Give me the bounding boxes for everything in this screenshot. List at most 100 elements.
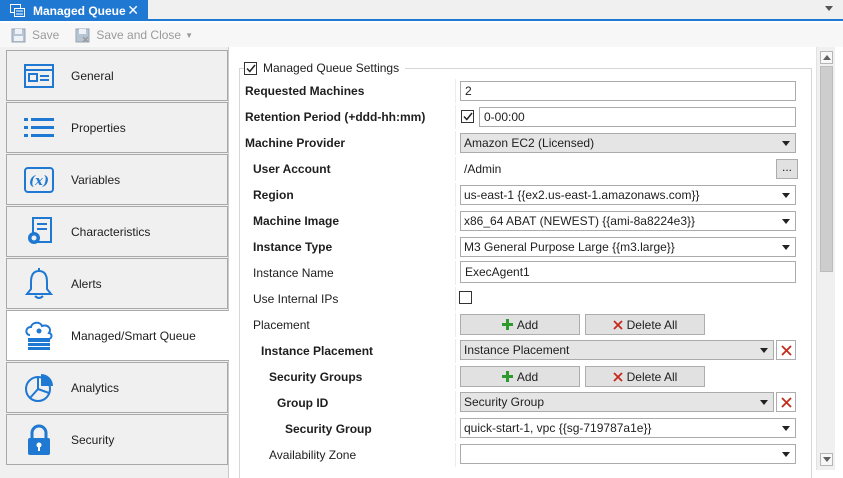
list-icon [7, 117, 71, 139]
instance-type-select[interactable]: M3 General Purpose Large {{m3.large}} [460, 237, 796, 257]
row-user-account: User Account /Admin ... [245, 157, 801, 181]
retention-period-input[interactable]: 0-00:00 [479, 107, 796, 127]
remove-group-id-button[interactable] [776, 392, 796, 412]
instance-name-label: Instance Name [253, 266, 334, 280]
security-group-select[interactable]: quick-start-1, vpc {{sg-719787a1e}} [460, 418, 796, 438]
placement-label: Placement [253, 318, 310, 332]
sidebar-item-label: Variables [71, 172, 121, 187]
retention-period-checkbox[interactable] [461, 110, 474, 123]
instance-placement-label: Instance Placement [261, 344, 374, 358]
save-close-icon [75, 28, 90, 43]
tab-managed-queue[interactable]: Managed Queue ✕ [0, 0, 148, 21]
machine-provider-label: Machine Provider [245, 136, 346, 150]
row-use-internal-ips: Use Internal IPs [245, 287, 801, 311]
group-id-value: Security Group [464, 395, 545, 409]
security-group-label: Security Group [285, 422, 372, 436]
queue-document-icon [10, 4, 25, 17]
sidebar-item-label: Security [71, 432, 115, 447]
delete-x-icon [780, 396, 792, 408]
close-icon[interactable]: ✕ [127, 2, 139, 19]
retention-period-label: Retention Period (+ddd-hh:mm) [245, 110, 426, 124]
row-instance-name: Instance Name ExecAgent1 [245, 261, 801, 285]
sidebar-item-label: General [71, 68, 114, 83]
sidebar-item-properties[interactable]: Properties [6, 102, 228, 153]
checkmark-icon [245, 64, 256, 73]
save-and-close-button[interactable]: Save and Close ▼ [75, 28, 193, 43]
chevron-down-icon [782, 245, 790, 250]
availability-zone-label: Availability Zone [269, 448, 357, 462]
save-icon [11, 28, 26, 42]
group-header: Managed Queue Settings [244, 61, 406, 75]
delete-x-icon [780, 344, 792, 356]
checkmark-icon [462, 112, 473, 121]
chevron-down-icon [782, 193, 790, 198]
save-button[interactable]: Save [11, 28, 59, 43]
variable-x-icon: (x) [7, 166, 71, 193]
region-label: Region [253, 188, 294, 202]
cloud-queue-icon [7, 321, 71, 351]
placement-delete-all-button[interactable]: Delete All [585, 314, 705, 335]
region-select[interactable]: us-east-1 {{ex2.us-east-1.amazonaws.com}… [460, 185, 796, 205]
sidebar-item-label: Characteristics [71, 224, 151, 239]
row-placement: Placement Add Delete All [245, 313, 801, 337]
gear-document-icon [7, 216, 71, 247]
sidebar-item-managed-smart-queue[interactable]: Managed/Smart Queue [6, 310, 229, 361]
use-internal-ips-checkbox[interactable] [459, 291, 472, 304]
security-groups-add-button[interactable]: Add [460, 366, 580, 387]
plus-icon [501, 319, 513, 330]
sidebar-item-general[interactable]: General [6, 50, 228, 101]
scroll-down-icon[interactable] [820, 453, 833, 466]
group-title: Managed Queue Settings [263, 61, 400, 75]
scrollbar-thumb[interactable] [820, 66, 833, 272]
user-account-label: User Account [253, 162, 331, 176]
general-form-icon [7, 63, 71, 88]
chevron-down-icon[interactable]: ▼ [185, 31, 193, 40]
sidebar-item-label: Analytics [71, 380, 120, 395]
bell-icon [7, 267, 71, 300]
vertical-scrollbar[interactable] [816, 47, 835, 470]
placement-add-button[interactable]: Add [460, 314, 580, 335]
instance-placement-value: Instance Placement [464, 343, 570, 357]
group-enable-checkbox[interactable] [244, 61, 257, 75]
instance-placement-select[interactable]: Instance Placement [460, 340, 774, 360]
sidebar-nav: General Properties (x) Variables Charact… [0, 47, 229, 478]
chevron-down-icon [760, 400, 768, 405]
row-security-group: Security Group quick-start-1, vpc {{sg-7… [245, 417, 801, 441]
availability-zone-select[interactable] [460, 444, 796, 464]
row-region: Region us-east-1 {{ex2.us-east-1.amazona… [245, 183, 801, 207]
toolbar: Save Save and Close ▼ [0, 23, 843, 47]
chevron-down-icon [782, 426, 790, 431]
row-requested-machines: Requested Machines 2 [245, 79, 801, 103]
save-and-close-label: Save and Close [96, 28, 182, 42]
pie-chart-icon [7, 372, 71, 404]
chevron-down-icon [782, 141, 790, 146]
user-account-value: /Admin [464, 162, 502, 176]
machine-provider-select[interactable]: Amazon EC2 (Licensed) [460, 133, 796, 153]
sidebar-item-analytics[interactable]: Analytics [6, 362, 228, 413]
security-groups-delete-all-button[interactable]: Delete All [585, 366, 705, 387]
instance-type-label: Instance Type [253, 240, 333, 254]
managed-queue-settings-panel: Managed Queue Settings Requested Machine… [229, 47, 816, 478]
group-id-select[interactable]: Security Group [460, 392, 774, 412]
requested-machines-input[interactable]: 2 [460, 81, 796, 101]
browse-user-account-button[interactable]: ... [776, 159, 798, 179]
instance-name-input[interactable]: ExecAgent1 [460, 261, 796, 283]
row-availability-zone: Availability Zone [245, 443, 801, 467]
row-machine-provider: Machine Provider Amazon EC2 (Licensed) [245, 131, 801, 155]
row-instance-placement: Instance Placement Instance Placement [245, 339, 801, 363]
sidebar-item-characteristics[interactable]: Characteristics [6, 206, 228, 257]
row-machine-image: Machine Image x86_64 ABAT (NEWEST) {{ami… [245, 209, 801, 233]
remove-instance-placement-button[interactable] [776, 340, 796, 360]
row-retention-period: Retention Period (+ddd-hh:mm) 0-00:00 [245, 105, 801, 129]
sidebar-item-security[interactable]: Security [6, 414, 228, 465]
machine-image-select[interactable]: x86_64 ABAT (NEWEST) {{ami-8a8224e3}} [460, 211, 796, 231]
plus-icon [501, 371, 513, 382]
tab-list-dropdown-icon[interactable] [825, 6, 833, 11]
scroll-up-icon[interactable] [820, 51, 833, 64]
sidebar-item-label: Managed/Smart Queue [71, 328, 196, 343]
document-tab-strip: Managed Queue ✕ [0, 0, 843, 21]
region-value: us-east-1 {{ex2.us-east-1.amazonaws.com}… [464, 188, 700, 202]
security-group-value: quick-start-1, vpc {{sg-719787a1e}} [464, 421, 652, 435]
sidebar-item-alerts[interactable]: Alerts [6, 258, 228, 309]
sidebar-item-variables[interactable]: (x) Variables [6, 154, 228, 205]
